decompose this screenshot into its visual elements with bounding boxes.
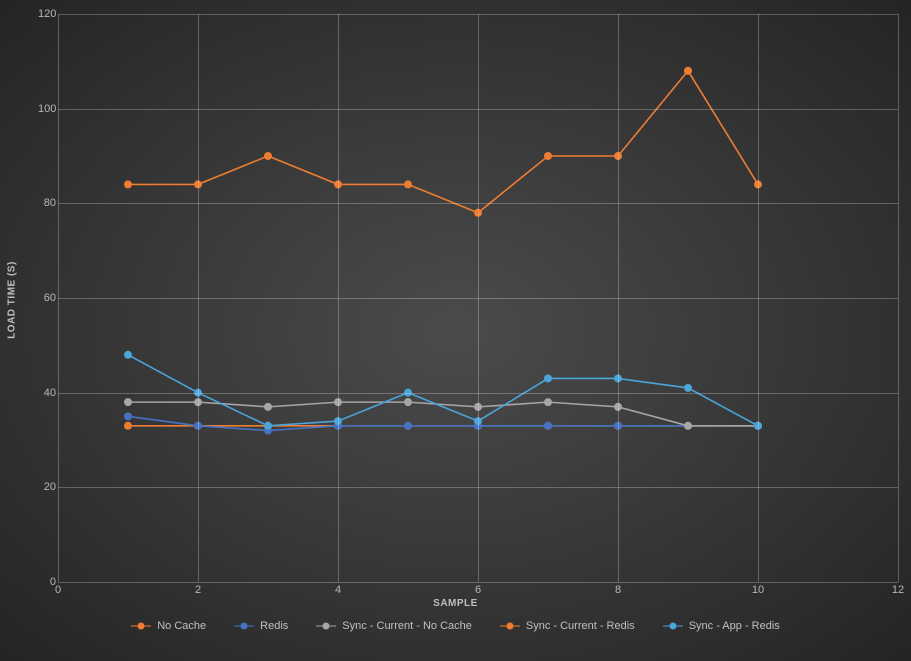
legend-marker-icon: [131, 621, 151, 631]
data-point: [124, 180, 132, 188]
data-point: [124, 398, 132, 406]
data-point: [544, 152, 552, 160]
data-point: [124, 351, 132, 359]
x-tick-label: 8: [615, 584, 621, 596]
x-tick-label: 10: [752, 584, 764, 596]
data-point: [404, 180, 412, 188]
legend-label: No Cache: [157, 620, 206, 632]
y-tick-label: 120: [38, 8, 56, 20]
data-point: [264, 152, 272, 160]
series-line: [128, 402, 758, 426]
data-point: [124, 422, 132, 430]
legend-item[interactable]: Sync - App - Redis: [663, 620, 780, 632]
legend-item[interactable]: Redis: [234, 620, 288, 632]
plot-area: [58, 14, 898, 582]
legend-label: Sync - Current - Redis: [526, 620, 635, 632]
data-point: [404, 398, 412, 406]
legend-marker-icon: [500, 621, 520, 631]
data-point: [544, 398, 552, 406]
data-point: [544, 374, 552, 382]
y-axis-label: LOAD TIME (S): [7, 261, 18, 339]
gridline-v: [898, 14, 899, 582]
data-point: [264, 403, 272, 411]
x-tick-label: 6: [475, 584, 481, 596]
series-line: [128, 71, 758, 213]
legend-marker-icon: [316, 621, 336, 631]
gridline-h: [58, 393, 898, 394]
data-point: [404, 422, 412, 430]
chart-container: SAMPLE LOAD TIME (S) No Cache Redis Sync -…: [0, 0, 911, 661]
legend-label: Sync - App - Redis: [689, 620, 780, 632]
legend-item[interactable]: Sync - Current - No Cache: [316, 620, 472, 632]
y-tick-label: 0: [38, 576, 56, 588]
legend-marker-icon: [234, 621, 254, 631]
x-axis-label: SAMPLE: [433, 598, 478, 609]
gridline-h: [58, 109, 898, 110]
gridline-h: [58, 203, 898, 204]
legend-marker-icon: [663, 621, 683, 631]
data-point: [264, 422, 272, 430]
x-tick-label: 12: [892, 584, 904, 596]
y-tick-label: 40: [38, 387, 56, 399]
legend: No Cache Redis Sync - Current - No Cache Sy…: [0, 620, 911, 634]
y-tick-label: 20: [38, 481, 56, 493]
gridline-h: [58, 298, 898, 299]
data-point: [684, 384, 692, 392]
y-tick-label: 60: [38, 292, 56, 304]
data-point: [124, 412, 132, 420]
gridline-h: [58, 487, 898, 488]
x-tick-label: 4: [335, 584, 341, 596]
legend-item[interactable]: Sync - Current - Redis: [500, 620, 635, 632]
gridline-h: [58, 14, 898, 15]
x-tick-label: 2: [195, 584, 201, 596]
legend-item[interactable]: No Cache: [131, 620, 206, 632]
series-line: [128, 355, 758, 426]
data-point: [684, 422, 692, 430]
y-tick-label: 100: [38, 103, 56, 115]
y-tick-label: 80: [38, 197, 56, 209]
data-point: [544, 422, 552, 430]
gridline-h: [58, 582, 898, 583]
legend-label: Sync - Current - No Cache: [342, 620, 472, 632]
data-point: [684, 67, 692, 75]
legend-label: Redis: [260, 620, 288, 632]
